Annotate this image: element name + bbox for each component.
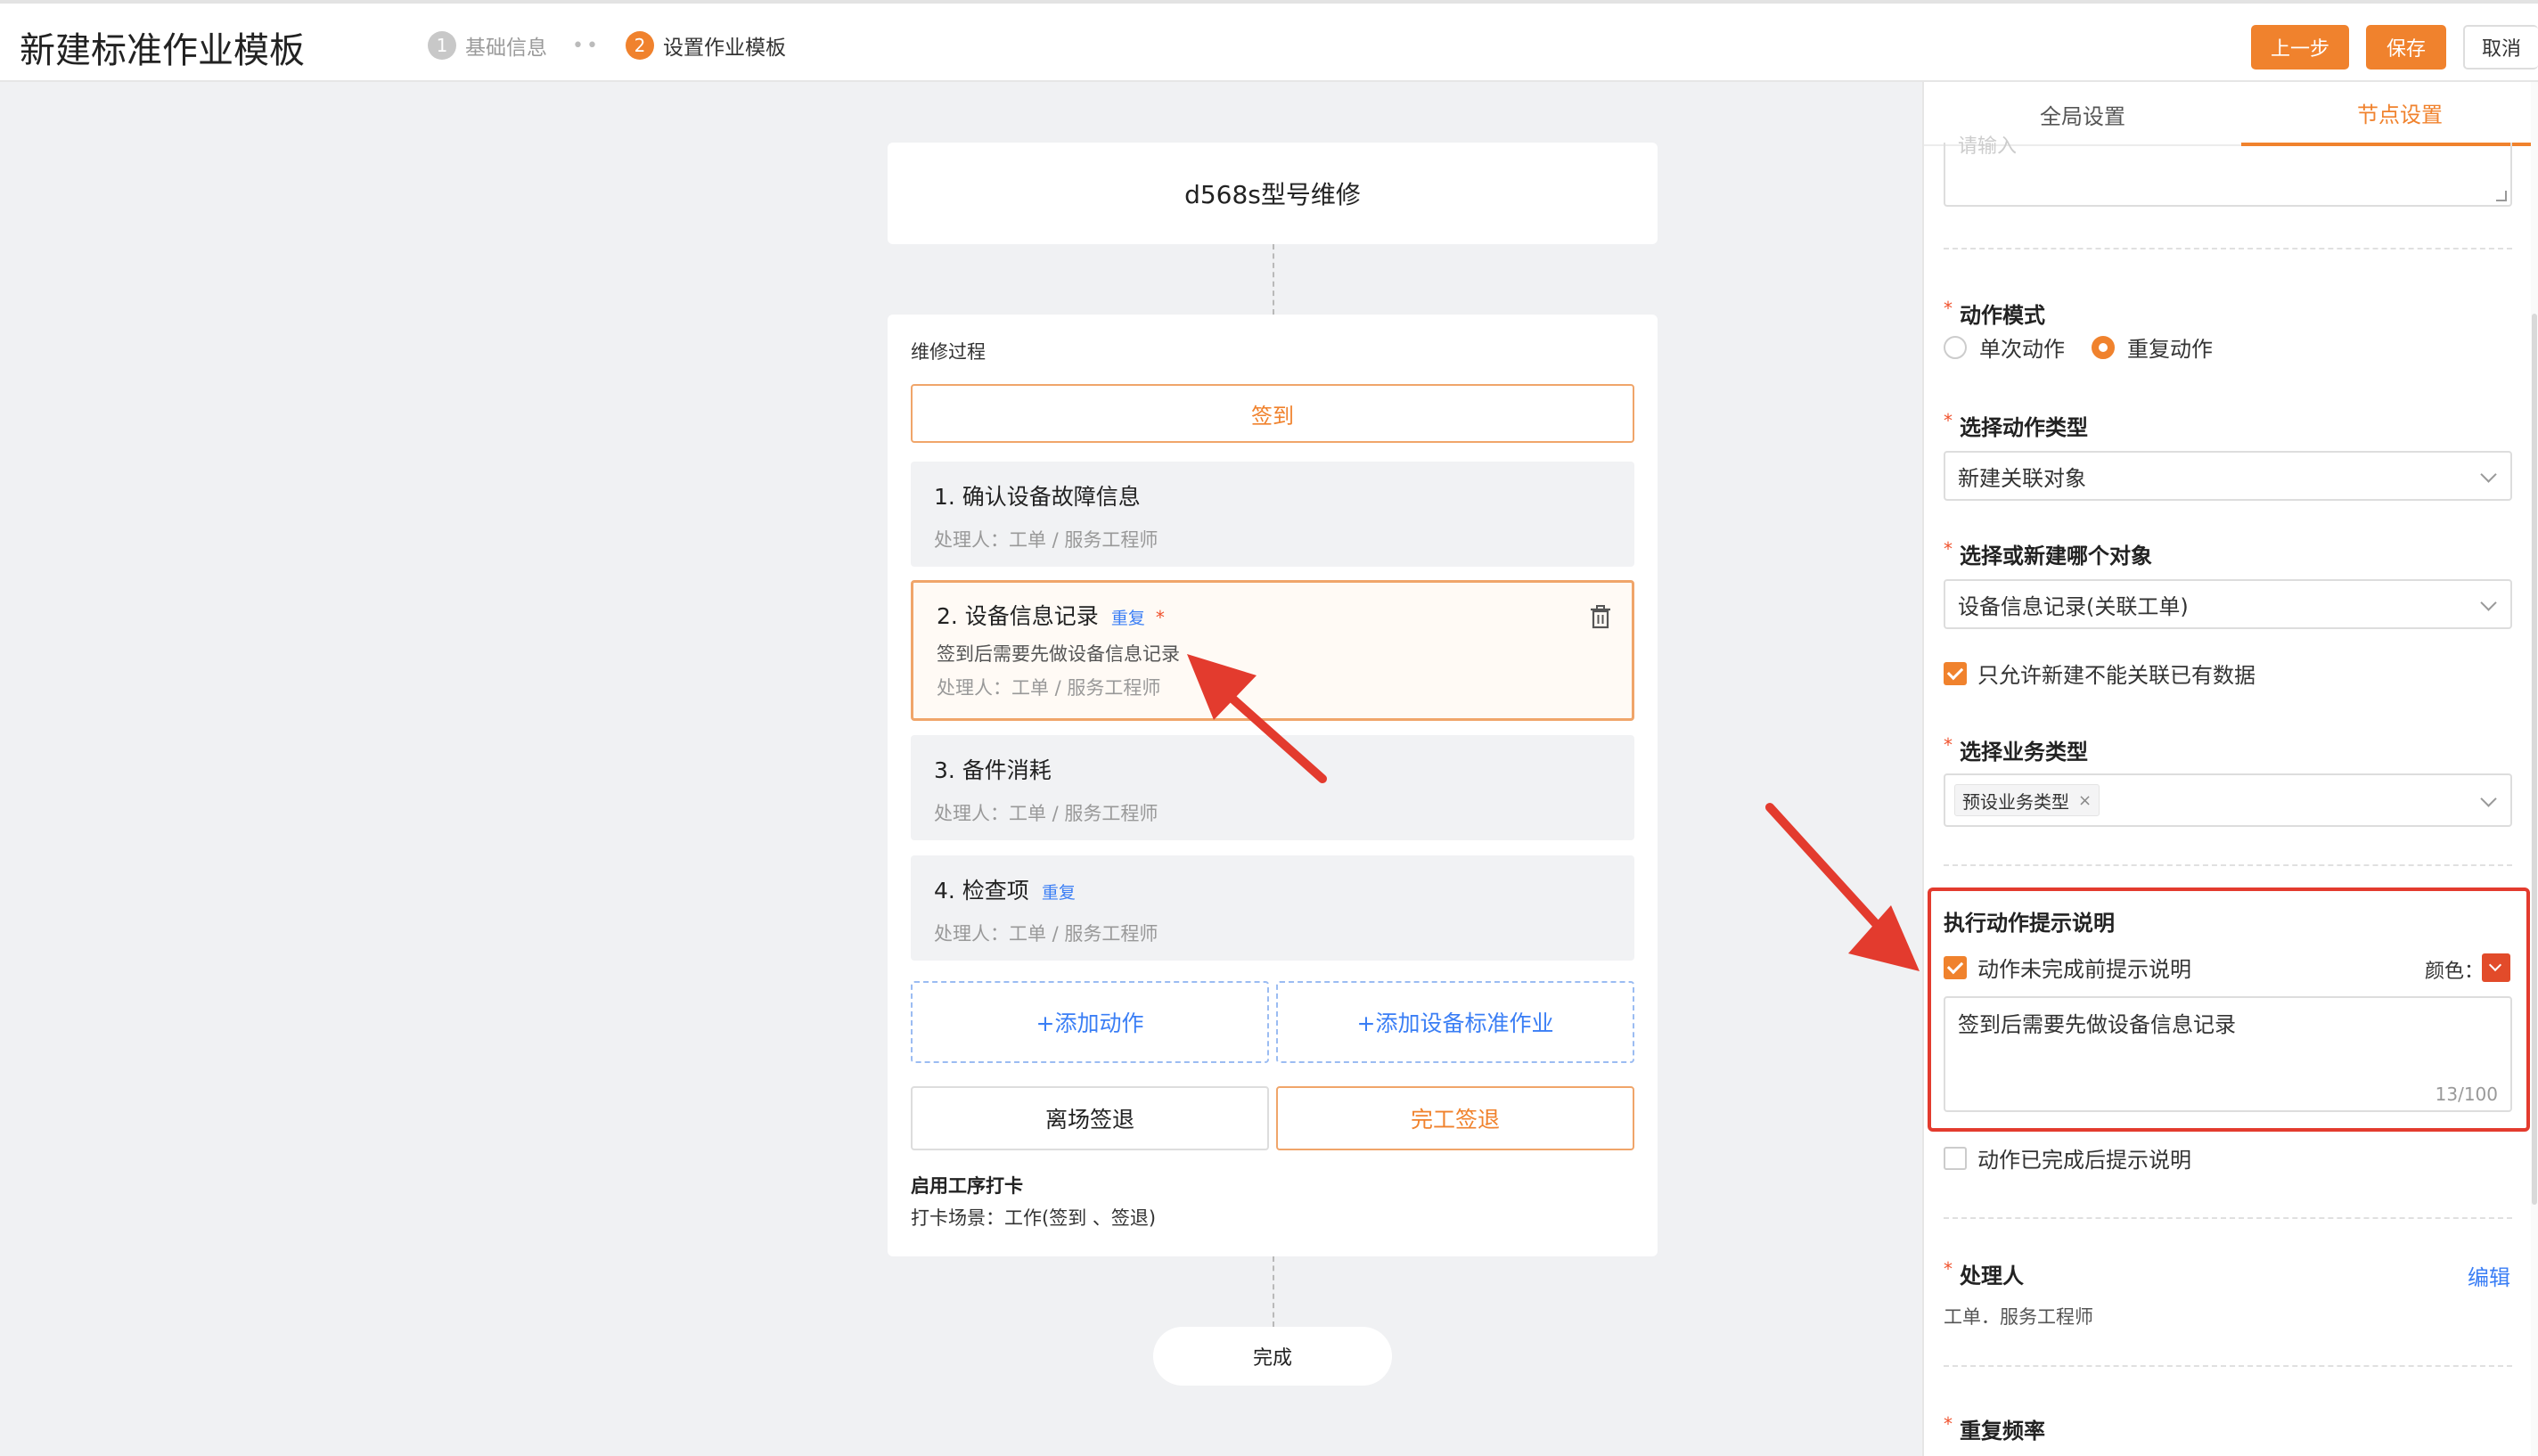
annotation-arrows <box>1187 654 1920 971</box>
arrow-to-hint-box <box>1765 803 1920 971</box>
arrow-to-step-hint <box>1187 654 1327 783</box>
